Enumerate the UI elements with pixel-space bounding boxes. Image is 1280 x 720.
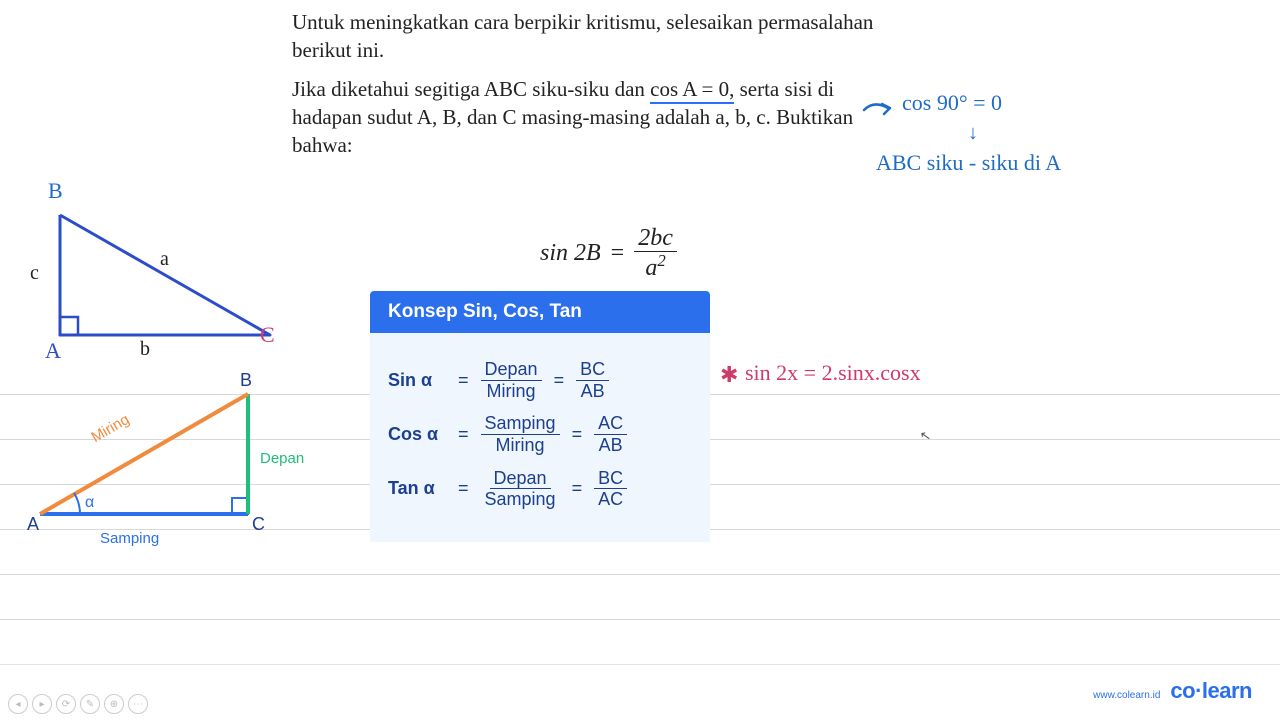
trig-side-fraction: BC AB	[576, 359, 609, 401]
equation-fraction: 2bc a2	[634, 225, 677, 282]
triangle1-side-c: c	[30, 262, 39, 285]
question-body-a: Jika diketahui segitiga ABC siku-siku da…	[292, 77, 650, 101]
handwriting-sin2x: sin 2x = 2.sinx.cosx	[745, 360, 921, 386]
triangle2-label-alpha: α	[85, 494, 94, 512]
control-play-button[interactable]: ▸	[32, 694, 52, 714]
control-pen-button[interactable]: ✎	[80, 694, 100, 714]
trig-label: Tan α	[388, 478, 446, 499]
footer-logo-co: co	[1170, 678, 1195, 703]
target-equation: sin 2B = 2bc a2	[540, 225, 677, 282]
question-intro: Untuk meningkatkan cara berpikir kritism…	[292, 8, 882, 65]
frac-top: Depan	[490, 468, 551, 490]
footer-logo: co·learn	[1170, 678, 1252, 704]
equation-numerator: 2bc	[634, 225, 677, 252]
player-controls: ◂ ▸ ⟳ ✎ ⊕ ⋯	[8, 694, 148, 714]
frac-bot: Miring	[492, 435, 549, 456]
footer-logo-learn: learn	[1202, 678, 1252, 703]
trig-row-tan: Tan α = Depan Samping = BC AC	[388, 468, 692, 510]
bottom-rule	[0, 664, 1280, 665]
trig-word-fraction: Samping Miring	[481, 413, 560, 455]
frac-bot: Samping	[481, 489, 560, 510]
trig-label: Sin α	[388, 370, 446, 391]
equals-sign: =	[458, 478, 469, 499]
frac-top: AC	[594, 413, 627, 435]
equals-sign: =	[572, 478, 583, 499]
trig-side-fraction: AC AB	[594, 413, 627, 455]
triangle-abc-diagram	[30, 195, 290, 365]
question-body: Jika diketahui segitiga ABC siku-siku da…	[292, 75, 882, 160]
control-speed-button[interactable]: ⟳	[56, 694, 76, 714]
frac-top: Samping	[481, 413, 560, 435]
footer-brand: www.colearn.id co·learn	[1093, 678, 1252, 704]
trig-row-sin: Sin α = Depan Miring = BC AB	[388, 359, 692, 401]
trig-row-cos: Cos α = Samping Miring = AC AB	[388, 413, 692, 455]
handwriting-arrow-down: ↓	[968, 122, 978, 145]
triangle1-side-a: a	[160, 248, 169, 271]
footer-url: www.colearn.id	[1093, 690, 1160, 701]
handwriting-siku: ABC siku - siku di A	[876, 150, 1061, 176]
equals-sign: =	[572, 424, 583, 445]
triangle2-label-A: A	[27, 514, 39, 535]
trig-word-fraction: Depan Samping	[481, 468, 560, 510]
equals-sign: =	[554, 370, 565, 391]
concept-card: Konsep Sin, Cos, Tan Sin α = Depan Mirin…	[370, 291, 710, 542]
frac-bot: AB	[577, 381, 609, 402]
equation-denominator: a2	[641, 252, 669, 281]
triangle2-label-samping: Samping	[100, 530, 159, 547]
concept-card-body: Sin α = Depan Miring = BC AB Cos α = Sam…	[370, 333, 710, 542]
frac-bot: AC	[594, 489, 627, 510]
question-block: Untuk meningkatkan cara berpikir kritism…	[292, 8, 882, 170]
equation-equals: =	[611, 240, 625, 267]
triangle1-label-B: B	[48, 178, 63, 204]
handwriting-star-icon: ✱	[720, 362, 738, 388]
frac-bot: AB	[595, 435, 627, 456]
triangle1-label-A: A	[45, 338, 61, 364]
triangle2-label-depan: Depan	[260, 450, 304, 467]
question-underline: cos A = 0,	[650, 77, 734, 104]
trig-word-fraction: Depan Miring	[481, 359, 542, 401]
triangle1-side-b: b	[140, 338, 150, 361]
control-more-button[interactable]: ⋯	[128, 694, 148, 714]
concept-card-header: Konsep Sin, Cos, Tan	[370, 291, 710, 333]
triangle1-label-C: C	[260, 322, 275, 348]
equation-lhs: sin 2B	[540, 240, 601, 267]
equation-den-base: a	[645, 255, 657, 281]
equals-sign: =	[458, 424, 469, 445]
frac-top: BC	[576, 359, 609, 381]
frac-top: Depan	[481, 359, 542, 381]
equals-sign: =	[458, 370, 469, 391]
footer-logo-dot: ·	[1195, 678, 1202, 703]
triangle-concept-diagram	[20, 380, 280, 550]
equation-den-exp: 2	[657, 251, 665, 270]
frac-top: BC	[594, 468, 627, 490]
control-zoom-button[interactable]: ⊕	[104, 694, 124, 714]
trig-label: Cos α	[388, 424, 446, 445]
trig-side-fraction: BC AC	[594, 468, 627, 510]
handwriting-cos90: cos 90° = 0	[902, 90, 1002, 116]
triangle2-label-B: B	[240, 370, 252, 391]
control-back-button[interactable]: ◂	[8, 694, 28, 714]
triangle2-label-C: C	[252, 514, 265, 535]
annotation-arrow-icon	[862, 98, 894, 120]
frac-bot: Miring	[483, 381, 540, 402]
